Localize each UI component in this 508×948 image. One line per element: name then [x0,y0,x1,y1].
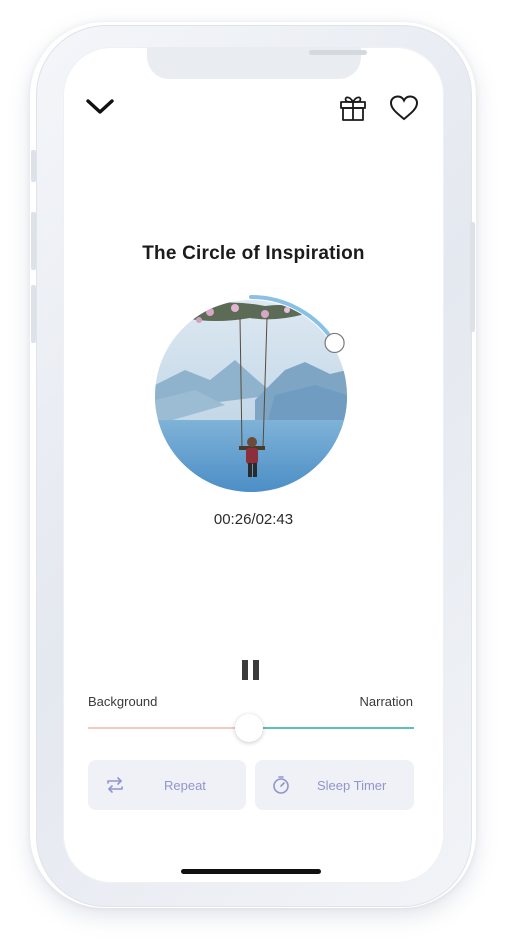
sleep-timer-button[interactable]: Sleep Timer [255,760,414,810]
app-screen: The Circle of Inspiration 00:26/02:43 Ba… [63,47,444,883]
track-title: The Circle of Inspiration [142,243,365,264]
progress-knob [324,332,345,354]
notch [147,47,367,79]
repeat-label: Repeat [164,777,206,793]
sleep-timer-label: Sleep Timer [317,777,387,793]
narration-track[interactable] [250,727,414,729]
pause-icon [242,660,259,680]
heart-icon[interactable] [389,95,419,126]
progress-ring[interactable] [145,290,357,502]
gift-icon[interactable] [338,92,368,127]
speaker [309,50,367,55]
volume-up-button [31,212,36,270]
background-track[interactable] [88,727,250,729]
power-button [470,222,475,332]
repeat-button[interactable]: Repeat [88,760,246,810]
mix-slider-knob[interactable] [235,714,263,742]
timer-icon [273,776,289,794]
home-indicator [181,869,321,874]
narration-label: Narration [359,694,413,709]
mute-switch [31,150,36,182]
pause-button[interactable] [240,659,262,686]
repeat-icon [107,777,123,793]
chevron-down-icon[interactable] [85,97,115,122]
playback-time: 00:26/02:43 [213,511,294,528]
volume-down-button [31,285,36,343]
background-label: Background [88,694,158,709]
